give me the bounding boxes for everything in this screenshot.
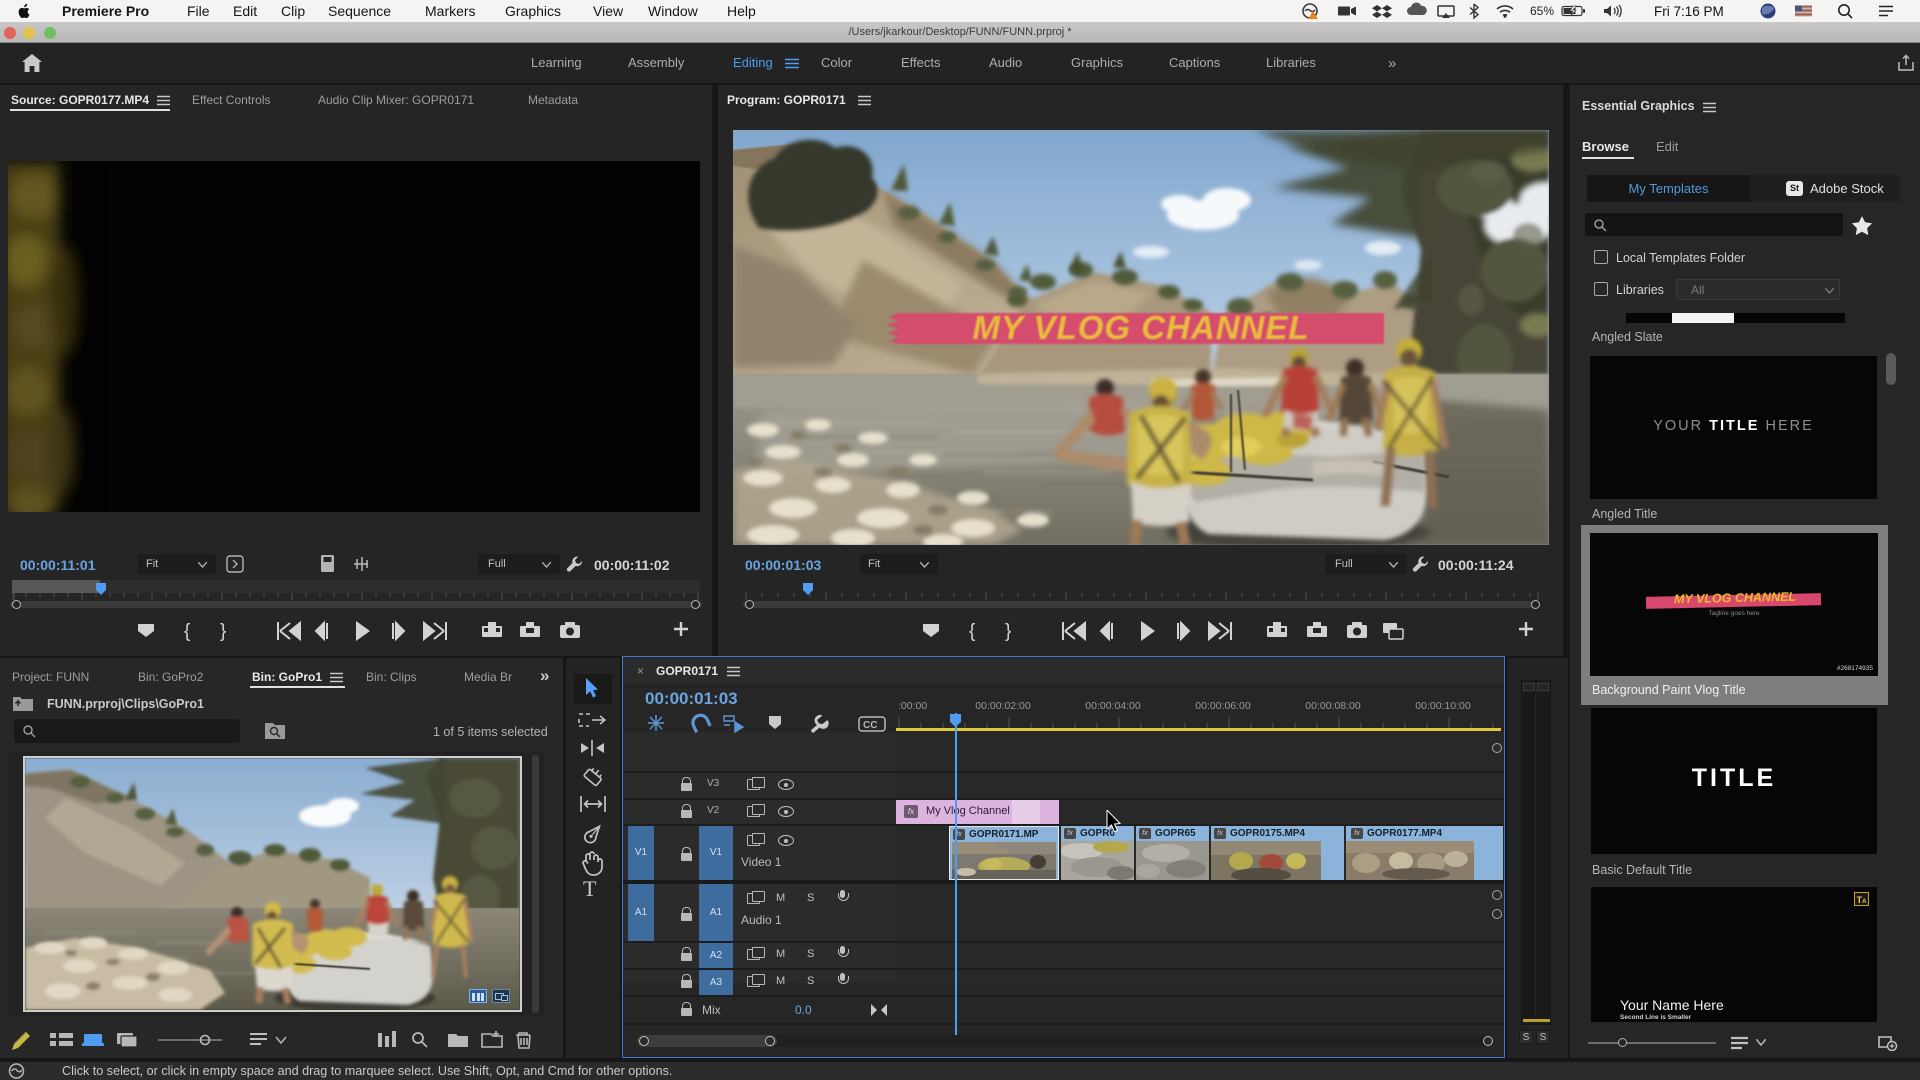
svg-text:00:00:08:00: 00:00:08:00 [1305,700,1361,712]
svg-text:{: { [969,621,976,642]
svg-text:MY VLOG CHANNEL: MY VLOG CHANNEL [972,309,1309,346]
svg-text:00:00:06:00: 00:00:06:00 [1195,700,1251,712]
svg-text:CC: CC [863,720,877,731]
svg-text::00:00: :00:00 [898,700,927,712]
svg-text:00:00:04:00: 00:00:04:00 [1085,700,1141,712]
svg-text:Fri 7:16 PM: Fri 7:16 PM [1654,4,1724,19]
svg-text:00:00:10:00: 00:00:10:00 [1415,700,1471,712]
svg-text:}: } [1005,621,1011,642]
svg-text:65%: 65% [1530,4,1554,18]
svg-text:00:00:02:00: 00:00:02:00 [975,700,1031,712]
svg-text:}: } [220,621,226,642]
svg-text:{: { [184,621,191,642]
